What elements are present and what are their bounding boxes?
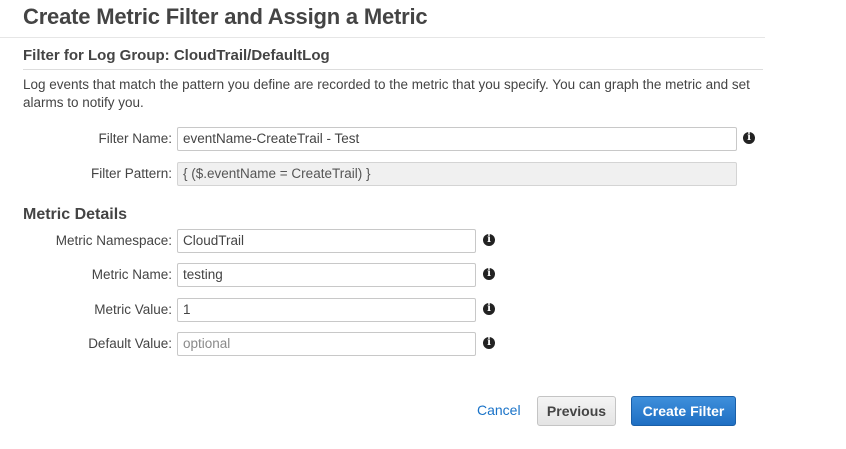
filter-name-input[interactable]: eventName-CreateTrail - Test bbox=[177, 127, 737, 151]
filter-pattern-label: Filter Pattern: bbox=[90, 166, 172, 181]
filter-pattern-field: { ($.eventName = CreateTrail) } bbox=[177, 162, 737, 186]
log-group-subtitle: Filter for Log Group: CloudTrail/Default… bbox=[23, 47, 330, 64]
filter-name-info-icon[interactable]: i bbox=[743, 132, 755, 144]
filter-name-label: Filter Name: bbox=[98, 131, 172, 146]
default-value-info-icon[interactable]: i bbox=[483, 337, 495, 349]
title-divider bbox=[0, 37, 765, 38]
default-value-label: Default Value: bbox=[88, 336, 172, 351]
description-text: Log events that match the pattern you de… bbox=[23, 77, 750, 110]
cancel-link[interactable]: Cancel bbox=[477, 402, 521, 418]
previous-button[interactable]: Previous bbox=[537, 396, 616, 426]
metric-value-input[interactable]: 1 bbox=[177, 298, 476, 322]
create-filter-button[interactable]: Create Filter bbox=[631, 396, 736, 426]
metric-namespace-label: Metric Namespace: bbox=[55, 233, 172, 248]
metric-value-label: Metric Value: bbox=[94, 302, 172, 317]
metric-details-heading: Metric Details bbox=[23, 206, 128, 223]
default-value-input[interactable]: optional bbox=[177, 332, 476, 356]
metric-namespace-info-icon[interactable]: i bbox=[483, 234, 495, 246]
page-title: Create Metric Filter and Assign a Metric bbox=[23, 4, 428, 29]
subtitle-divider bbox=[23, 69, 763, 70]
create-metric-filter-page: Create Metric Filter and Assign a Metric… bbox=[0, 0, 846, 449]
metric-namespace-input[interactable]: CloudTrail bbox=[177, 229, 476, 253]
metric-value-info-icon[interactable]: i bbox=[483, 303, 495, 315]
metric-name-info-icon[interactable]: i bbox=[483, 268, 495, 280]
metric-name-label: Metric Name: bbox=[91, 267, 172, 282]
metric-name-input[interactable]: testing bbox=[177, 263, 476, 287]
